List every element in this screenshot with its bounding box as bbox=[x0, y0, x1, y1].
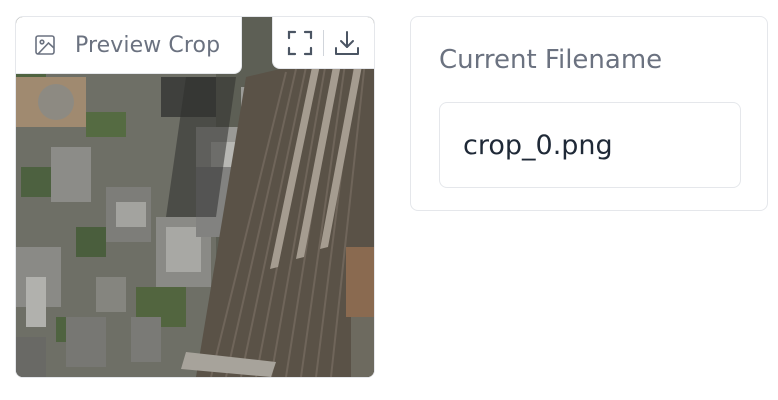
fullscreen-icon bbox=[288, 30, 313, 55]
filename-panel: Current Filename bbox=[410, 16, 768, 211]
filename-input[interactable] bbox=[439, 102, 741, 188]
download-button[interactable] bbox=[331, 27, 363, 59]
fullscreen-button[interactable] bbox=[284, 27, 316, 59]
image-icon bbox=[34, 34, 56, 56]
filename-label: Current Filename bbox=[439, 45, 663, 75]
image-label-text: Preview Crop bbox=[75, 32, 221, 58]
image-label: Preview Crop bbox=[16, 17, 242, 74]
toolbar-divider bbox=[322, 29, 324, 56]
image-preview-panel: Preview Crop bbox=[15, 16, 375, 378]
download-icon bbox=[334, 30, 359, 55]
page: Preview Crop Current Filename crop_0.png bbox=[0, 0, 778, 400]
image-toolbar bbox=[272, 17, 374, 69]
